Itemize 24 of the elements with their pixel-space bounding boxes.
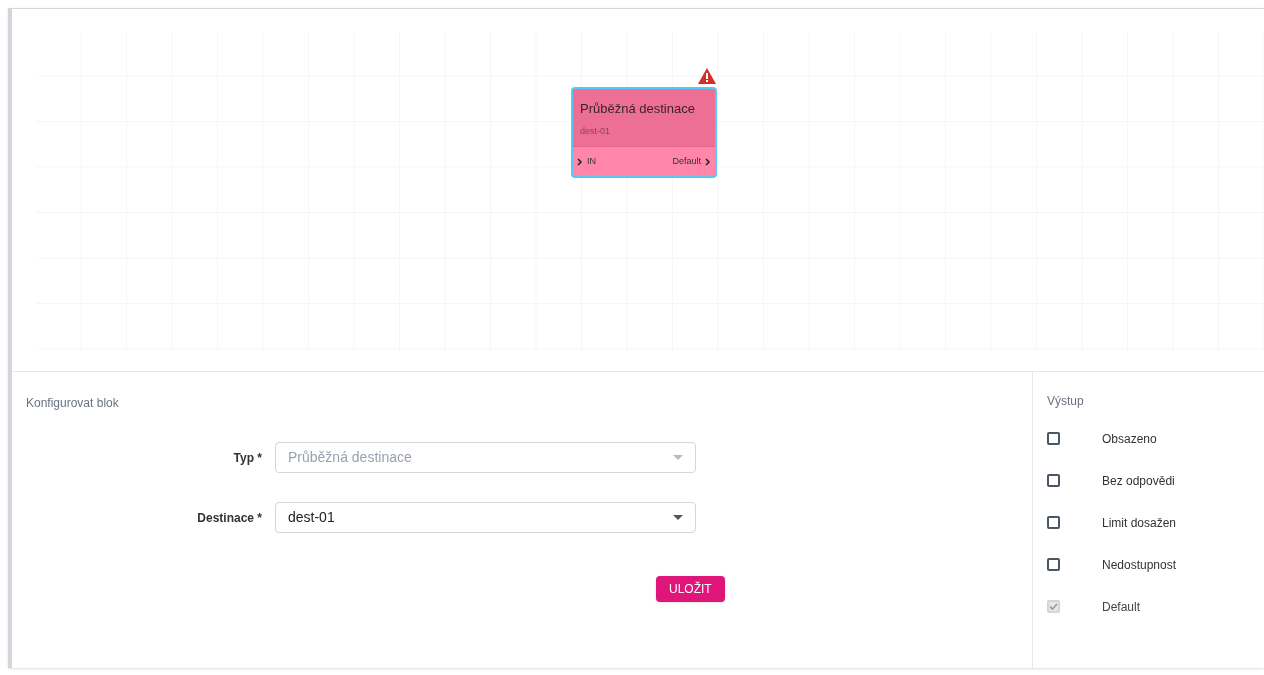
checkbox-label: Nedostupnost xyxy=(1102,556,1177,574)
save-button[interactable]: ULOŽIT xyxy=(656,576,725,602)
checkbox[interactable] xyxy=(1047,474,1060,487)
output-port-label: Default xyxy=(672,154,701,168)
checkbox-label: Limit dosažen xyxy=(1102,514,1177,532)
node-subtitle: dest-01 xyxy=(580,124,612,138)
field-label: Typ * xyxy=(232,449,263,467)
dropdown-caret-icon xyxy=(673,515,683,520)
checkbox[interactable] xyxy=(1047,558,1060,571)
select-field[interactable]: dest-01 xyxy=(275,502,696,533)
panel-title: Konfigurovat blok xyxy=(26,395,119,412)
input-port-label: IN xyxy=(587,154,596,168)
node-title: Průběžná destinace xyxy=(580,100,696,118)
checkbox[interactable] xyxy=(1047,516,1060,529)
flow-node[interactable]: Průběžná destinace dest-01 IN Default xyxy=(571,87,717,178)
dropdown-caret-icon xyxy=(673,455,683,460)
checkbox-label: Default xyxy=(1102,598,1141,616)
checkbox-label: Obsazeno xyxy=(1102,430,1157,448)
chevron-icon xyxy=(705,157,711,166)
chevron-icon xyxy=(577,157,583,166)
panel-title: Výstup xyxy=(1047,393,1084,410)
field-label: Destinace * xyxy=(196,509,263,527)
checkbox[interactable] xyxy=(1047,432,1060,445)
checkbox-label: Bez odpovědi xyxy=(1102,472,1175,490)
